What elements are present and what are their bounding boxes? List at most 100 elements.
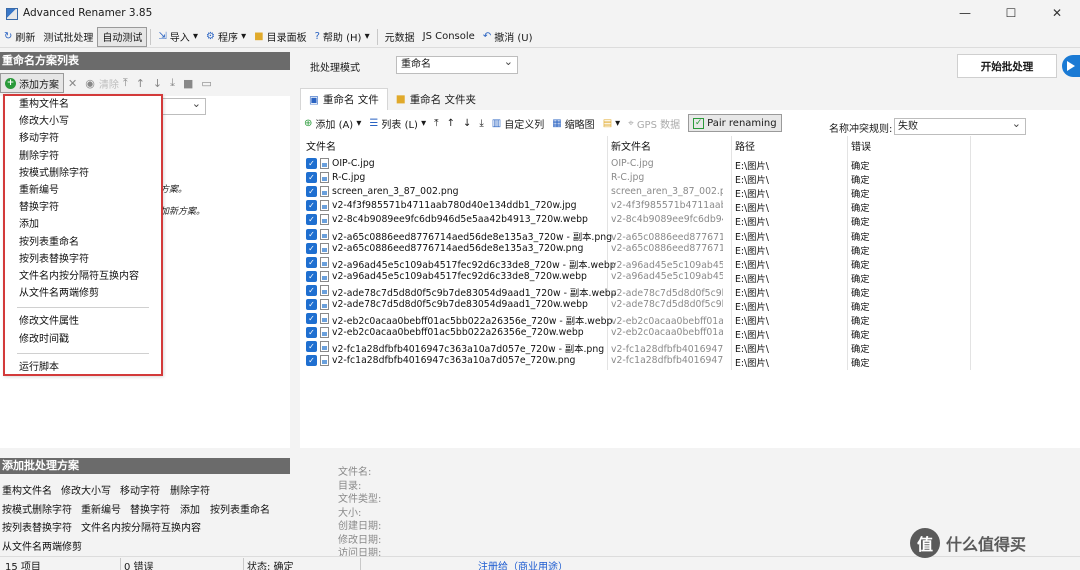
- row-checkbox[interactable]: ✓: [306, 327, 317, 339]
- move-bottom-icon[interactable]: ⤓: [170, 76, 175, 90]
- table-row[interactable]: ✓ v2-8c4b9089ee9fc6db946d5e5aa42b4913_720…: [300, 213, 1080, 228]
- menu-item[interactable]: 重构文件名: [19, 97, 69, 113]
- table-row[interactable]: ✓ v2-a96ad45e5c109ab4517fec92d6c33de8_720…: [300, 270, 1080, 285]
- table-row[interactable]: ✓ v2-a96ad45e5c109ab4517fec92d6c33de8_720…: [300, 256, 1080, 271]
- table-row[interactable]: ✓ v2-eb2c0acaa0bebff01ac5bb022a26356e_720…: [300, 312, 1080, 327]
- pair-renaming-toggle[interactable]: ✓ Pair renaming: [688, 114, 782, 132]
- menu-item[interactable]: 重新编号: [19, 183, 59, 199]
- batch-method-link[interactable]: 移动字符: [120, 482, 160, 497]
- row-checkbox[interactable]: ✓: [306, 214, 317, 226]
- batch-mode-select[interactable]: 重命名: [396, 54, 518, 74]
- js-console-button[interactable]: JS Console: [419, 27, 479, 47]
- row-checkbox[interactable]: ✓: [306, 242, 317, 254]
- table-row[interactable]: ✓ v2-fc1a28dfbfb4016947c363a10a7d057e_720…: [300, 354, 1080, 369]
- table-row[interactable]: ✓ v2-fc1a28dfbfb4016947c363a10a7d057e_720…: [300, 340, 1080, 355]
- move-top-icon[interactable]: ⤒: [123, 76, 128, 90]
- batch-method-link[interactable]: 按模式删除字符: [2, 501, 72, 516]
- program-button[interactable]: ⚙ 程序 ▾: [202, 27, 250, 47]
- view-options-button[interactable]: ▤ ▾: [603, 118, 620, 129]
- dir-panel-button[interactable]: ■ 目录面板: [250, 27, 310, 47]
- play-icon[interactable]: [1062, 55, 1080, 77]
- folder-icon[interactable]: ■: [183, 77, 193, 90]
- list-button[interactable]: ☰ 列表 (L) ▾: [369, 116, 426, 131]
- undo-button[interactable]: ↶ 撤消 (U): [479, 27, 537, 47]
- metadata-button[interactable]: 元数据: [381, 27, 419, 47]
- gps-button[interactable]: ⌖ GPS 数据: [628, 116, 680, 131]
- batch-method-link[interactable]: 替换字符: [130, 501, 170, 516]
- refresh-button[interactable]: ↻ 刷新: [0, 27, 39, 47]
- preset-select[interactable]: [160, 97, 206, 115]
- menu-item[interactable]: 运行脚本: [19, 360, 59, 376]
- menu-item[interactable]: 修改时间戳: [19, 332, 69, 348]
- row-checkbox[interactable]: ✓: [306, 355, 317, 367]
- menu-item[interactable]: 移动字符: [19, 131, 59, 147]
- row-checkbox[interactable]: ✓: [306, 284, 317, 296]
- move-down-icon[interactable]: ↓: [463, 118, 471, 129]
- menu-item[interactable]: 替换字符: [19, 200, 59, 216]
- table-row[interactable]: ✓ v2-ade78c7d5d8d0f5c9b7de83054d9aad1_720…: [300, 298, 1080, 313]
- tab-rename-folders[interactable]: ■ 重命名 文件夹: [388, 88, 484, 110]
- add-method-button[interactable]: + 添加方案: [0, 73, 64, 93]
- batch-method-link[interactable]: 重构文件名: [2, 482, 52, 497]
- eye-icon[interactable]: ◉: [85, 77, 95, 90]
- move-top-icon[interactable]: ⤒: [434, 118, 438, 129]
- batch-method-link[interactable]: 重新编号: [81, 501, 121, 516]
- move-down-icon[interactable]: ↓: [153, 77, 162, 90]
- table-row[interactable]: ✓ v2-a65c0886eed8776714aed56de8e135a3_720…: [300, 242, 1080, 257]
- close-button[interactable]: ✕: [1034, 0, 1080, 26]
- import-button[interactable]: ⇲ 导入 ▾: [154, 27, 202, 47]
- batch-method-link[interactable]: 文件名内按分隔符互换内容: [81, 519, 201, 534]
- help-button[interactable]: ? 帮助 (H) ▾: [311, 27, 374, 47]
- table-row[interactable]: ✓ R-C.jpg R-C.jpg E:\图片\ 确定: [300, 171, 1080, 186]
- menu-item[interactable]: 按模式删除字符: [19, 166, 89, 182]
- row-checkbox[interactable]: ✓: [306, 158, 317, 169]
- row-checkbox[interactable]: ✓: [306, 172, 317, 184]
- row-checkbox[interactable]: ✓: [306, 256, 317, 268]
- menu-item[interactable]: 文件名内按分隔符互换内容: [19, 269, 139, 285]
- maximize-button[interactable]: ☐: [988, 0, 1034, 26]
- table-row[interactable]: ✓ OIP-C.jpg OIP-C.jpg E:\图片\ 确定: [300, 157, 1080, 172]
- remove-icon[interactable]: ✕: [68, 77, 77, 90]
- batch-method-link[interactable]: 添加: [180, 501, 200, 516]
- table-row[interactable]: ✓ screen_aren_3_87_002.png screen_aren_3_8…: [300, 185, 1080, 200]
- tab-rename-files[interactable]: ▣ 重命名 文件: [300, 88, 388, 110]
- row-checkbox[interactable]: ✓: [306, 341, 317, 353]
- move-up-icon[interactable]: ↑: [136, 77, 145, 90]
- save-icon[interactable]: ▭: [201, 77, 211, 90]
- batch-method-link[interactable]: 从文件名两端修剪: [2, 538, 82, 553]
- register-link[interactable]: 注册给（商业用途）: [478, 558, 568, 570]
- menu-item[interactable]: 修改文件属性: [19, 314, 79, 330]
- auto-test-button[interactable]: 自动测试: [97, 26, 148, 47]
- menu-item[interactable]: 删除字符: [19, 149, 59, 165]
- test-batch-button[interactable]: 测试批处理: [39, 27, 97, 47]
- menu-item[interactable]: 修改大小写: [19, 114, 69, 130]
- row-checkbox[interactable]: ✓: [306, 200, 317, 212]
- start-batch-button[interactable]: 开始批处理: [957, 54, 1057, 78]
- column-header-filename[interactable]: 文件名: [306, 138, 336, 153]
- row-checkbox[interactable]: ✓: [306, 270, 317, 282]
- add-files-button[interactable]: ⊕ 添加 (A) ▾: [304, 116, 361, 131]
- row-checkbox[interactable]: ✓: [306, 299, 317, 310]
- menu-item[interactable]: 按列表重命名: [19, 235, 79, 251]
- table-row[interactable]: ✓ v2-ade78c7d5d8d0f5c9b7de83054d9aad1_720…: [300, 284, 1080, 299]
- table-row[interactable]: ✓ v2-4f3f985571b4711aab780d40e134ddb1_720…: [300, 199, 1080, 214]
- row-checkbox[interactable]: ✓: [306, 313, 317, 325]
- menu-item[interactable]: 按列表替换字符: [19, 252, 89, 268]
- table-row[interactable]: ✓ v2-eb2c0acaa0bebff01ac5bb022a26356e_720…: [300, 326, 1080, 341]
- column-header-error[interactable]: 错误: [851, 138, 871, 153]
- batch-method-link[interactable]: 按列表替换字符: [2, 519, 72, 534]
- thumbnail-button[interactable]: ▦ 缩略图: [552, 116, 594, 131]
- menu-item[interactable]: 从文件名两端修剪: [19, 286, 99, 302]
- minimize-button[interactable]: —: [942, 0, 988, 26]
- custom-columns-button[interactable]: ▥ 自定义列: [492, 116, 544, 131]
- batch-method-link[interactable]: 删除字符: [170, 482, 210, 497]
- row-checkbox[interactable]: ✓: [306, 228, 317, 240]
- table-row[interactable]: ✓ v2-a65c0886eed8776714aed56de8e135a3_720…: [300, 228, 1080, 243]
- move-bottom-icon[interactable]: ⤓: [479, 118, 483, 129]
- row-checkbox[interactable]: ✓: [306, 186, 317, 198]
- column-header-path[interactable]: 路径: [735, 138, 755, 153]
- clear-button[interactable]: 清除: [99, 76, 119, 91]
- column-header-new-filename[interactable]: 新文件名: [611, 138, 651, 153]
- move-up-icon[interactable]: ↑: [447, 118, 455, 129]
- conflict-rule-select[interactable]: 失败: [894, 116, 1026, 135]
